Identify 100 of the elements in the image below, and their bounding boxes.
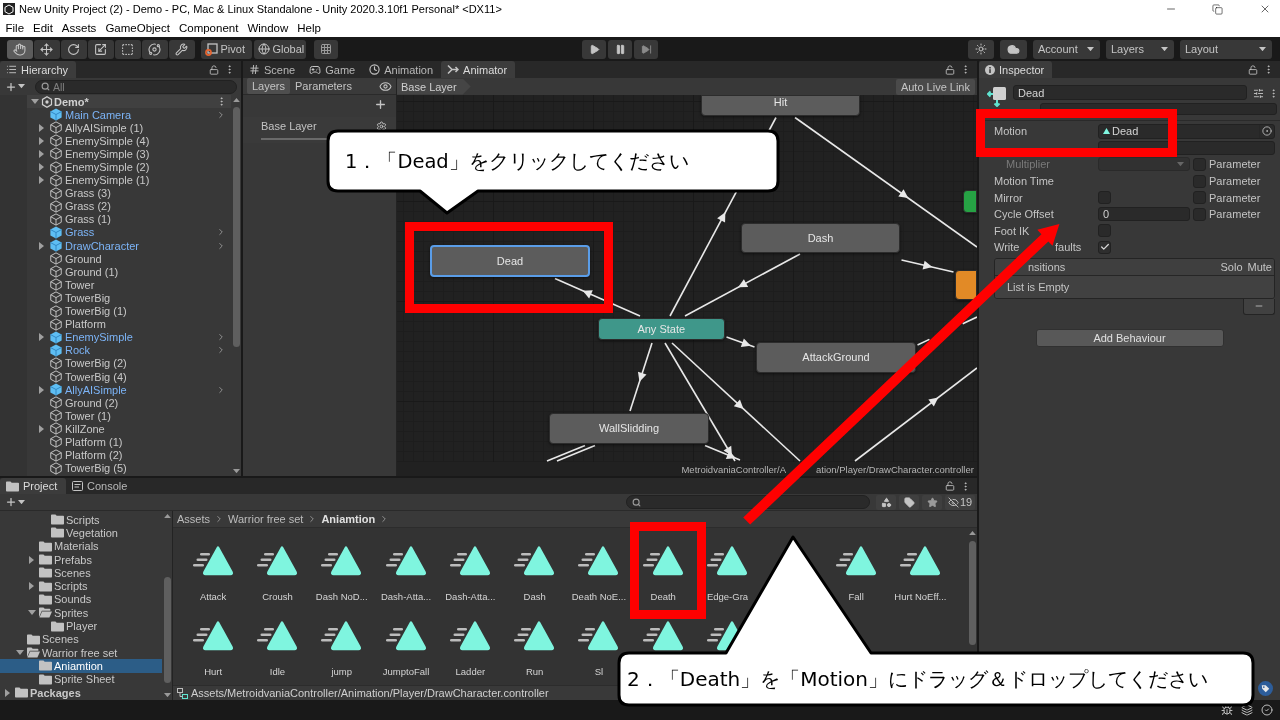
caret-right-icon[interactable] [39, 123, 44, 132]
breadcrumb-item[interactable]: Aniamtion [321, 513, 376, 525]
play-button[interactable] [582, 39, 606, 59]
global-button[interactable]: Global [253, 39, 306, 59]
state-node[interactable]: Dash [741, 222, 900, 253]
chevron-right-icon[interactable] [216, 384, 226, 395]
hierarchy-item[interactable]: Platform (1) [27, 435, 231, 449]
caret-right-icon[interactable] [39, 136, 44, 145]
side-tab[interactable]: Layers [247, 78, 291, 94]
menu-item[interactable]: Window [242, 21, 293, 34]
asset-item[interactable]: Dash-Atta... [380, 545, 432, 602]
hierarchy-item[interactable]: Main Camera [27, 108, 231, 122]
hierarchy-item[interactable]: Grass (1) [27, 212, 231, 226]
dropdown-button[interactable]: Account [1033, 39, 1100, 59]
hierarchy-item[interactable]: Ground [27, 252, 231, 266]
hierarchy-item[interactable]: Ground (2) [27, 396, 231, 410]
state-node[interactable]: Hit [701, 95, 860, 116]
state-node[interactable] [955, 270, 977, 300]
dropdown-button[interactable]: Layout [1180, 39, 1272, 59]
breadcrumb-item[interactable]: Warrior free set [228, 513, 304, 525]
snap-button[interactable] [313, 39, 338, 59]
caret-right-icon[interactable] [39, 163, 44, 171]
asset-item[interactable]: Attack [192, 545, 234, 602]
tag-icon[interactable] [1258, 680, 1273, 696]
hierarchy-item[interactable]: TowerBig (1) [27, 304, 231, 318]
bug-icon[interactable] [1221, 704, 1233, 716]
asset-item[interactable]: Ladder [449, 620, 491, 677]
checkbox[interactable] [1098, 240, 1111, 254]
asset-item[interactable]: Run [514, 620, 556, 677]
asset-item[interactable]: Fall [835, 545, 877, 602]
label-filter-button[interactable] [899, 494, 919, 510]
scrollbar-thumb[interactable] [232, 107, 240, 348]
transition-arrow[interactable] [684, 253, 801, 317]
caret-down-icon[interactable] [15, 650, 24, 656]
hierarchy-item[interactable]: TowerBig (4) [27, 369, 231, 384]
panel-tab[interactable]: Inspector [979, 61, 1053, 78]
hierarchy-item[interactable]: AllyAISimple [27, 383, 231, 397]
folder-item[interactable]: Player [0, 619, 162, 633]
pivot-button[interactable]: Pivot [200, 39, 252, 59]
folder-item[interactable]: Sounds [0, 592, 162, 607]
type-filter-button[interactable] [876, 494, 896, 510]
search-field[interactable]: All [35, 79, 237, 94]
scroll-down-icon[interactable] [163, 692, 171, 697]
chevron-right-icon[interactable] [216, 227, 226, 238]
caret-right-icon[interactable] [29, 582, 34, 591]
panel-tab[interactable]: Console [66, 478, 132, 494]
caret-right-icon[interactable] [39, 176, 44, 185]
toolbar-icon-button[interactable] [968, 39, 994, 59]
hierarchy-item[interactable]: Platform [27, 317, 231, 331]
pause-button[interactable] [608, 39, 632, 59]
panel-tab[interactable]: Project [0, 478, 66, 494]
hierarchy-item[interactable]: EnemySimple (3) [27, 147, 231, 161]
hierarchy-item[interactable]: EnemySimple (4) [27, 134, 231, 148]
panel-tab[interactable]: Hierarchy [0, 61, 77, 78]
layer-name[interactable]: Base Layer [261, 120, 317, 132]
tool-button[interactable] [61, 39, 87, 59]
panel-tab[interactable]: Animation [363, 61, 442, 78]
tool-button[interactable] [169, 39, 195, 59]
caret-right-icon[interactable] [39, 149, 44, 158]
folder-item[interactable]: Scenes [0, 632, 162, 646]
hierarchy-item[interactable]: EnemySimple (1) [27, 173, 231, 187]
transition-arrow[interactable] [704, 444, 741, 461]
caret-down-icon[interactable] [27, 610, 36, 616]
tool-button[interactable] [34, 39, 60, 59]
side-tab[interactable]: Parameters [290, 78, 357, 94]
search-field[interactable] [626, 495, 870, 509]
chevron-right-icon[interactable] [216, 345, 226, 356]
caret-right-icon[interactable] [39, 385, 44, 394]
transition-arrow[interactable] [725, 336, 756, 348]
hierarchy-item[interactable]: Tower [27, 278, 231, 292]
asset-item[interactable]: Hurt [192, 620, 234, 677]
transition-arrow[interactable] [854, 367, 977, 462]
folder-item[interactable]: Vegetation [0, 526, 162, 540]
transition-arrow[interactable] [629, 342, 653, 412]
breadcrumb[interactable]: Base Layer [397, 78, 471, 95]
lock-icon[interactable] [209, 64, 219, 75]
motion-field[interactable]: Dead [1098, 123, 1275, 139]
asset-item[interactable]: Dash [514, 545, 556, 602]
chevron-right-icon[interactable] [216, 240, 226, 251]
transition-arrow[interactable] [900, 259, 955, 273]
folder-item[interactable]: Materials [0, 539, 162, 553]
chevron-right-icon[interactable] [216, 109, 226, 120]
eye-button[interactable] [379, 79, 392, 93]
lock-icon[interactable] [945, 481, 955, 491]
hierarchy-item[interactable]: TowerBig (5) [27, 461, 231, 475]
dropdown-button[interactable]: Layers [1106, 39, 1174, 59]
hierarchy-item[interactable]: EnemySimple (2) [27, 160, 231, 174]
hierarchy-item[interactable]: Ground (1) [27, 265, 231, 279]
menu-item[interactable]: GameObject [100, 21, 175, 34]
chevron-right-icon[interactable] [216, 332, 226, 343]
lock-icon[interactable] [945, 64, 955, 75]
folder-item[interactable]: Packages [0, 685, 162, 700]
hierarchy-item[interactable]: Tower (1) [27, 409, 231, 423]
transition-arrow[interactable] [554, 277, 641, 317]
hidden-count-button[interactable]: 19 [945, 494, 975, 510]
scene-row[interactable]: Demo* [27, 95, 231, 109]
tool-button[interactable] [88, 39, 114, 59]
folder-item[interactable]: Scripts [0, 579, 162, 593]
live-link-button[interactable]: Auto Live Link [895, 78, 975, 95]
caret-right-icon[interactable] [5, 688, 10, 697]
